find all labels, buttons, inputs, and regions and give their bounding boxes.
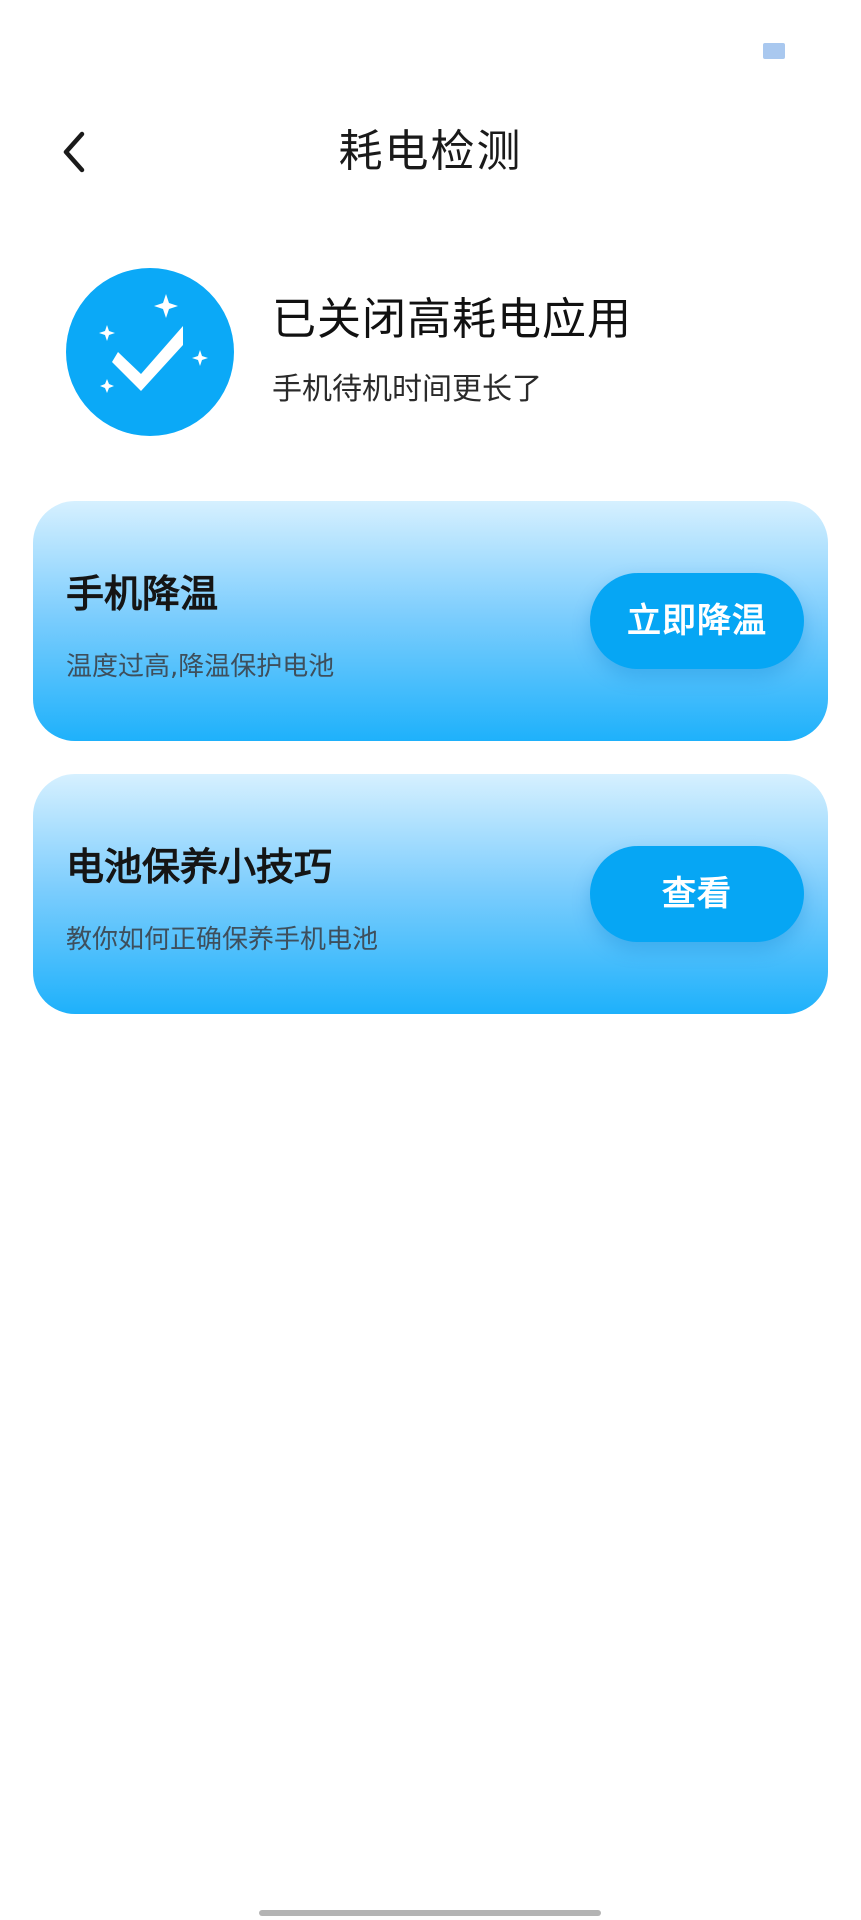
power-consumption-screen: 耗电检测 已关闭高耗电应用 手机待机时间更长了 手机降温 温度过高,降温保护电池… — [0, 0, 861, 1920]
status-indicator — [763, 43, 785, 59]
result-title: 已关闭高耗电应用 — [272, 294, 632, 345]
check-sparkle-icon — [66, 268, 234, 436]
cooling-card-description: 温度过高,降温保护电池 — [66, 652, 335, 682]
header: 耗电检测 — [0, 110, 861, 200]
result-subtitle: 手机待机时间更长了 — [272, 372, 542, 407]
page-title: 耗电检测 — [338, 126, 523, 177]
cool-now-button[interactable]: 立即降温 — [590, 573, 804, 669]
home-indicator[interactable] — [259, 1910, 601, 1916]
result-section: 已关闭高耗电应用 手机待机时间更长了 — [66, 268, 826, 438]
view-tips-button[interactable]: 查看 — [590, 846, 804, 942]
cooling-card-title: 手机降温 — [66, 572, 219, 616]
battery-tips-card: 电池保养小技巧 教你如何正确保养手机电池 查看 — [33, 774, 828, 1014]
battery-tips-card-description: 教你如何正确保养手机电池 — [66, 925, 379, 955]
cooling-card: 手机降温 温度过高,降温保护电池 立即降温 — [33, 501, 828, 741]
battery-tips-card-title: 电池保养小技巧 — [66, 845, 333, 889]
